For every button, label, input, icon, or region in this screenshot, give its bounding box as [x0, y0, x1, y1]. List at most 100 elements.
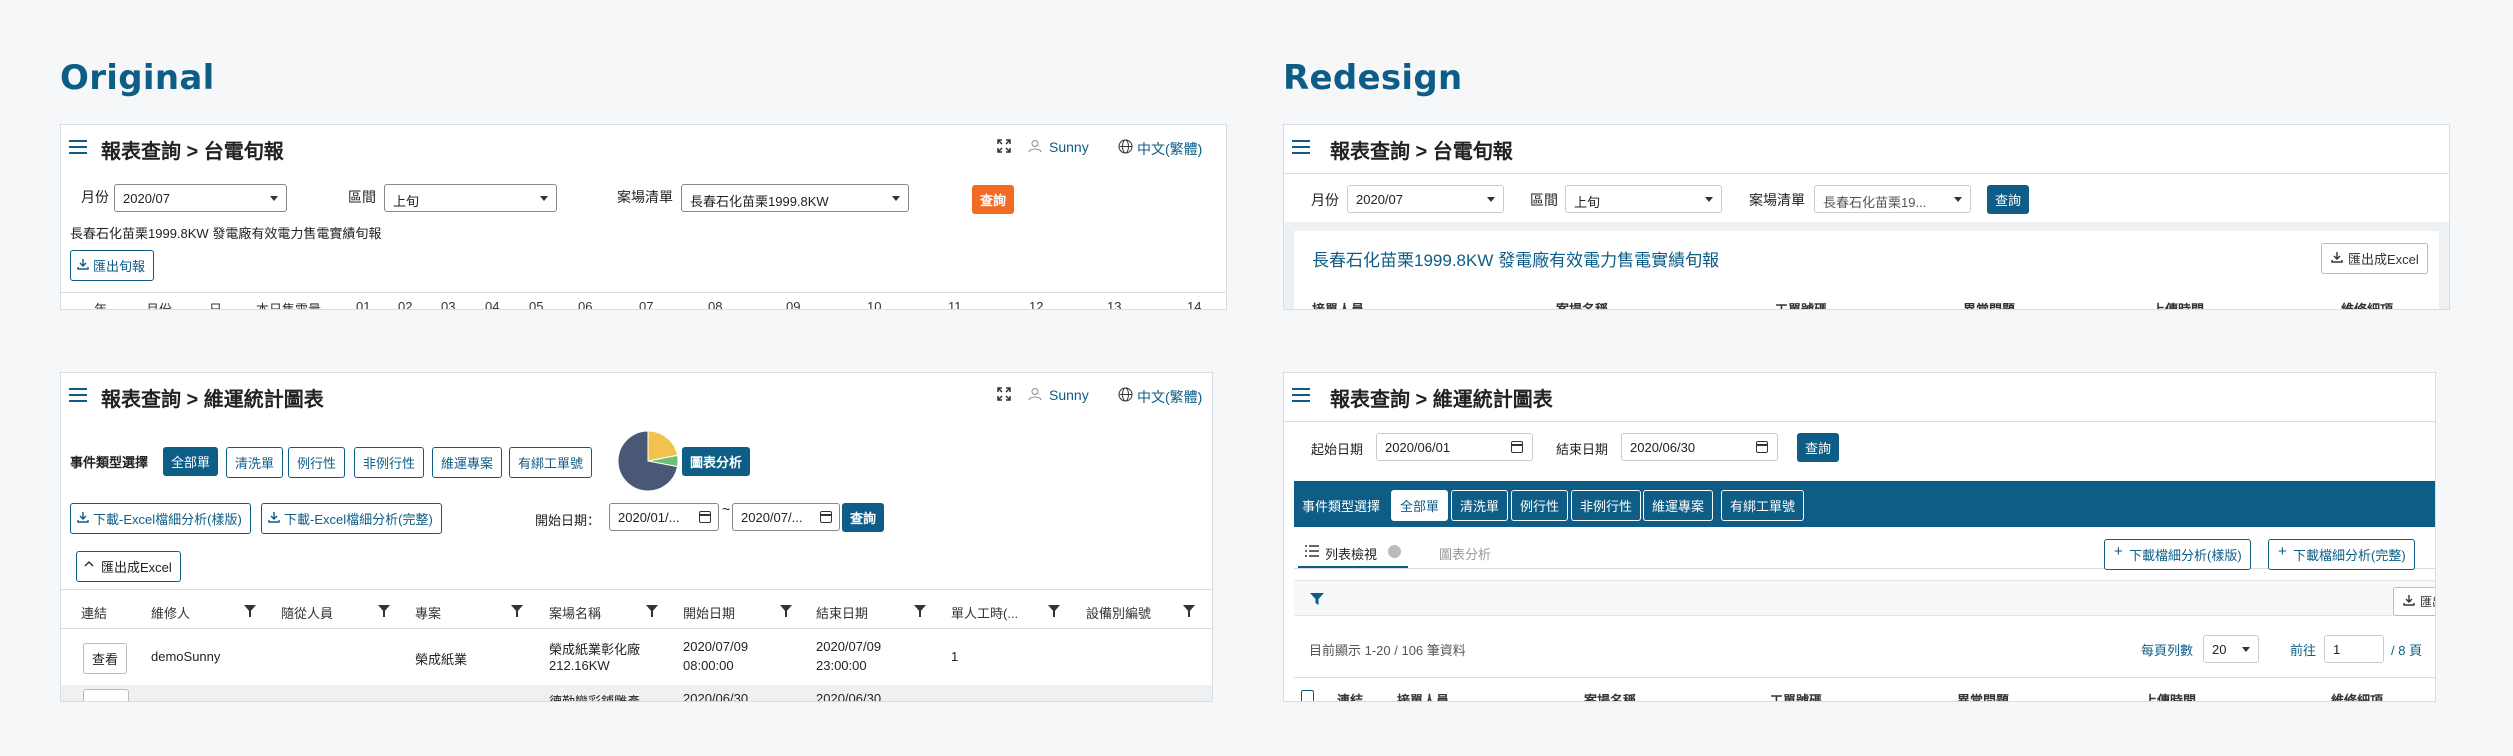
page-title: 報表查詢 > 維運統計圖表: [101, 389, 324, 411]
select-all-checkbox[interactable]: [1301, 690, 1314, 701]
export-excel-button[interactable]: 匯出成Excel: [2393, 587, 2435, 616]
cell-start-date: 2020/06/30: [683, 691, 749, 702]
view-button[interactable]: 查看: [83, 643, 128, 674]
page-title: 報表查詢 > 台電旬報: [1330, 141, 1513, 163]
calendar-icon[interactable]: [820, 511, 832, 523]
site-select[interactable]: 長春石化苗栗19...: [1814, 185, 1971, 213]
filter-icon[interactable]: [378, 605, 390, 617]
export-excel-button[interactable]: 匯出成Excel: [2321, 243, 2428, 274]
fullscreen-icon[interactable]: [997, 387, 1011, 401]
cell-project: 榮成紙業: [415, 652, 468, 667]
site-select[interactable]: 長春石化苗栗1999.8KW: [681, 184, 909, 212]
col-header: 案場名稱: [1584, 693, 1637, 702]
hamburger-menu-icon[interactable]: [1292, 140, 1310, 154]
col-header-site: 案場名稱: [549, 606, 602, 621]
filter-icon[interactable]: [1048, 605, 1060, 617]
site-label: 案場清單: [1749, 192, 1805, 208]
page-number-input[interactable]: 1: [2324, 635, 2384, 663]
export-excel-button[interactable]: 匯出成Excel: [76, 551, 181, 582]
user-name[interactable]: Sunny: [1049, 387, 1089, 403]
type-cleaning-button[interactable]: 清洗單: [1451, 490, 1509, 521]
type-all-button[interactable]: 全部單: [1391, 490, 1449, 521]
calendar-icon[interactable]: [1511, 441, 1523, 453]
month-select[interactable]: 2020/07: [1347, 185, 1504, 213]
type-all-button[interactable]: 全部單: [163, 447, 219, 476]
tab-list-view[interactable]: 列表檢視: [1325, 544, 1377, 563]
download-sample-button[interactable]: + 下載檔細分析(樣版): [2104, 539, 2251, 570]
type-cleaning-button[interactable]: 清洗單: [226, 447, 284, 478]
start-date-input[interactable]: 2020/01/...: [609, 503, 719, 531]
type-routine-button[interactable]: 例行性: [288, 447, 346, 478]
col-header: 03: [441, 299, 456, 310]
download-icon: [268, 512, 280, 523]
hamburger-menu-icon[interactable]: [69, 140, 87, 154]
type-routine-button[interactable]: 例行性: [1511, 490, 1569, 521]
period-select[interactable]: 上旬: [1565, 185, 1722, 213]
export-report-button[interactable]: 匯出旬報: [70, 250, 155, 281]
type-nonroutine-button[interactable]: 非例行性: [1571, 490, 1642, 521]
query-button[interactable]: 查詢: [842, 503, 885, 532]
end-date-input[interactable]: 2020/07/...: [732, 503, 840, 531]
col-header: 上傳時間: [2144, 693, 2197, 702]
language-switch[interactable]: 中文(繁體): [1137, 387, 1202, 407]
end-date-label: 結束日期: [1556, 442, 1609, 457]
pie-chart-thumbnail[interactable]: [616, 429, 680, 493]
download-sample-button[interactable]: 下載-Excel檔細分析(樣版): [70, 503, 251, 534]
hamburger-menu-icon[interactable]: [69, 388, 87, 402]
panel-redesign-report: 報表查詢 > 台電旬報 月份 2020/07 區間 上旬 案場清單 長春石化苗栗…: [1283, 124, 2450, 310]
filter-icon[interactable]: [646, 605, 658, 617]
type-workorder-button[interactable]: 有綁工單號: [1721, 490, 1805, 521]
date-range-tilde: ~: [722, 501, 731, 517]
title-bar: 報表查詢 > 台電旬報: [1284, 125, 2449, 171]
type-workorder-button[interactable]: 有綁工單號: [509, 447, 593, 478]
download-full-button[interactable]: 下載-Excel檔細分析(完整): [261, 503, 442, 534]
view-button[interactable]: [83, 689, 129, 701]
list-icon: [1305, 545, 1319, 557]
col-header: 月份: [146, 302, 173, 310]
page-size-select[interactable]: 20: [2203, 635, 2259, 663]
goto-page-label: 前往: [2290, 643, 2317, 658]
table-divider: [61, 292, 1226, 293]
cell-site-line1: 榮成紙業彰化廠: [549, 642, 641, 657]
type-nonroutine-button[interactable]: 非例行性: [354, 447, 425, 478]
type-project-button[interactable]: 維運專案: [1643, 490, 1714, 521]
month-select[interactable]: 2020/07: [114, 184, 287, 212]
cell-end-date: 2020/06/30: [816, 691, 882, 702]
col-header: 04: [485, 299, 500, 310]
end-date-input[interactable]: 2020/06/30: [1621, 433, 1778, 461]
col-header: 12: [1029, 299, 1044, 310]
filter-icon[interactable]: [1309, 592, 1325, 606]
col-header-start-date: 開始日期: [683, 606, 736, 621]
page-title: 報表查詢 > 維運統計圖表: [1330, 389, 1553, 411]
calendar-icon[interactable]: [1756, 441, 1768, 453]
period-select[interactable]: 上旬: [384, 184, 557, 212]
query-button[interactable]: 查詢: [972, 185, 1015, 214]
type-project-button[interactable]: 維運專案: [432, 447, 503, 478]
month-label: 月份: [1311, 192, 1339, 208]
event-type-label: 事件類型選擇: [70, 455, 149, 470]
user-icon: [1028, 388, 1042, 401]
query-button[interactable]: 查詢: [1987, 185, 2030, 214]
site-label: 案場清單: [617, 189, 673, 205]
filter-icon[interactable]: [511, 605, 523, 617]
chevron-up-icon: [84, 560, 94, 567]
fullscreen-icon[interactable]: [997, 139, 1011, 153]
col-header: 工單號碼: [1775, 302, 1828, 310]
cell-end-time: 23:00:00: [816, 658, 867, 673]
calendar-icon[interactable]: [699, 511, 711, 523]
tab-chart-analysis[interactable]: 圖表分析: [1439, 544, 1491, 563]
language-switch[interactable]: 中文(繁體): [1137, 139, 1202, 159]
download-full-button[interactable]: + 下載檔細分析(完整): [2268, 539, 2415, 570]
cell-hours: 1: [951, 649, 959, 664]
hamburger-menu-icon[interactable]: [1292, 388, 1310, 402]
filter-icon[interactable]: [780, 605, 792, 617]
start-date-input[interactable]: 2020/06/01: [1376, 433, 1533, 461]
user-name[interactable]: Sunny: [1049, 139, 1089, 155]
filter-icon[interactable]: [244, 605, 256, 617]
chart-analysis-button[interactable]: 圖表分析: [682, 447, 751, 476]
record-count: 目前顯示 1-20 / 106 筆資料: [1309, 643, 1466, 658]
period-label: 區間: [1530, 192, 1558, 208]
filter-icon[interactable]: [1183, 605, 1195, 617]
query-button[interactable]: 查詢: [1797, 433, 1840, 462]
filter-icon[interactable]: [914, 605, 926, 617]
